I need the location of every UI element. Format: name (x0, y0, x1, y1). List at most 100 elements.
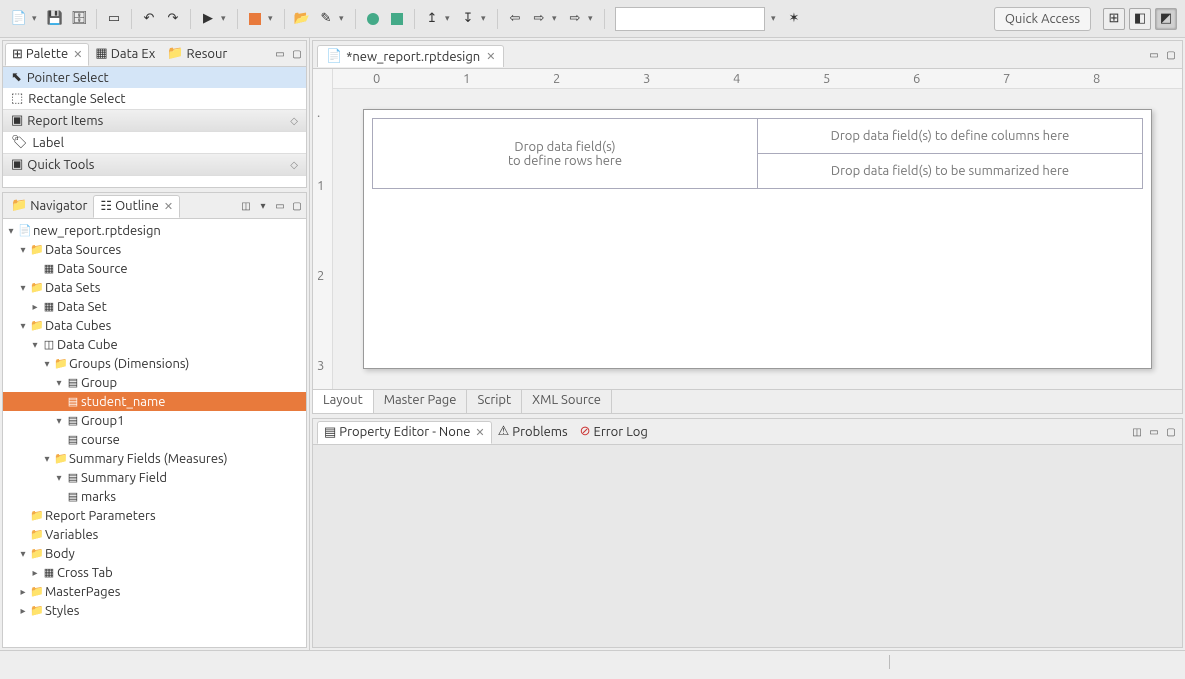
design-canvas[interactable]: Drop data field(s) to define rows here D… (333, 89, 1182, 389)
tree-root[interactable]: ▾📄new_report.rptdesign (3, 221, 306, 240)
open-icon[interactable]: 📂 (291, 8, 313, 30)
nav-dropdown[interactable]: ▾ (588, 13, 598, 24)
apply-icon[interactable]: ✶ (783, 8, 805, 30)
bottom-tab-script[interactable]: Script (467, 390, 522, 413)
tree-student-name[interactable]: ▤student_name (3, 392, 306, 411)
tree-data-source[interactable]: ▦Data Source (3, 259, 306, 278)
tab-error-log[interactable]: ⊘Error Log (574, 421, 654, 442)
tree-group[interactable]: ▾▤Group (3, 373, 306, 392)
save-icon[interactable]: 💾 (44, 8, 66, 30)
main-toolbar: 📄▾ 💾 🗄 ▭ ↶ ↷ ▶▾ ▾ 📂 ✎▾ ↥▾ ↧▾ ⇦ ⇨▾ ⇨▾ ▾ ✶… (0, 0, 1185, 38)
new-report-dropdown[interactable]: ▾ (268, 13, 278, 24)
report-perspective-icon[interactable]: ◧ (1129, 8, 1151, 30)
maximize-icon[interactable]: ▢ (290, 199, 304, 213)
close-icon[interactable]: ✕ (475, 426, 484, 439)
tree-groups-dimensions[interactable]: ▾Groups (Dimensions) (3, 354, 306, 373)
course-label: course (81, 433, 120, 447)
export-icon[interactable]: ↥ (421, 8, 443, 30)
new-icon[interactable]: 📄 (8, 8, 30, 30)
redo-icon[interactable]: ↷ (162, 8, 184, 30)
minimize-icon[interactable]: ▭ (273, 199, 287, 213)
current-perspective-icon[interactable]: ◩ (1155, 8, 1177, 30)
edit-icon[interactable]: ✎ (315, 8, 337, 30)
tab-property-editor[interactable]: ▤Property Editor - None✕ (317, 421, 492, 444)
tree-cross-tab[interactable]: ▸▦Cross Tab (3, 563, 306, 582)
edit-dropdown[interactable]: ▾ (339, 13, 349, 24)
bottom-tab-master-page[interactable]: Master Page (374, 390, 468, 413)
variables-label: Variables (45, 528, 98, 542)
preview-icon[interactable] (386, 8, 408, 30)
tab-problems[interactable]: ⚠Problems (492, 421, 574, 442)
tree-data-cubes[interactable]: ▾Data Cubes (3, 316, 306, 335)
combo-dropdown[interactable]: ▾ (771, 13, 781, 24)
palette-report-items-header[interactable]: ▣Report Items◇ (3, 109, 306, 132)
minimize-icon[interactable]: ▭ (1147, 48, 1161, 62)
save-all-icon[interactable]: 🗄 (68, 8, 90, 30)
palette-pointer-select[interactable]: ⬉Pointer Select (3, 67, 306, 88)
back-icon[interactable]: ⇦ (504, 8, 526, 30)
tree-styles[interactable]: ▸Styles (3, 601, 306, 620)
tree-data-cube[interactable]: ▾◫Data Cube (3, 335, 306, 354)
close-icon[interactable]: ✕ (164, 200, 173, 213)
palette-quick-tools-header[interactable]: ▣Quick Tools◇ (3, 153, 306, 176)
export-dropdown[interactable]: ▾ (445, 13, 455, 24)
tree-master-pages[interactable]: ▸MasterPages (3, 582, 306, 601)
maximize-icon[interactable]: ▢ (290, 47, 304, 61)
run-icon[interactable]: ▶ (197, 8, 219, 30)
status-bar (0, 650, 1185, 672)
undo-icon[interactable]: ↶ (138, 8, 160, 30)
bottom-tab-xml-source[interactable]: XML Source (522, 390, 612, 413)
report-page[interactable]: Drop data field(s) to define rows here D… (363, 109, 1152, 369)
summary-hint[interactable]: Drop data field(s) to be summarized here (758, 154, 1143, 189)
tab-palette[interactable]: ⊞Palette✕ (5, 43, 89, 66)
forward-icon[interactable]: ⇨ (528, 8, 550, 30)
tab-data-explorer[interactable]: ▦Data Ex (89, 43, 161, 64)
maximize-icon[interactable]: ▢ (1164, 48, 1178, 62)
view-menu-icon[interactable]: ▾ (256, 199, 270, 213)
tree-summary-field[interactable]: ▾▤Summary Field (3, 468, 306, 487)
tree-group1[interactable]: ▾▤Group1 (3, 411, 306, 430)
rows-hint-line1: Drop data field(s) (383, 140, 747, 154)
master-pages-label: MasterPages (45, 585, 120, 599)
open-perspective-icon[interactable]: ⊞ (1103, 8, 1125, 30)
crosstab[interactable]: Drop data field(s) to define rows here D… (372, 118, 1143, 189)
editor-bottom-tabs: Layout Master Page Script XML Source (313, 389, 1182, 413)
nav-icon[interactable]: ⇨ (564, 8, 586, 30)
maximize-icon[interactable]: ▢ (1164, 425, 1178, 439)
new-dropdown[interactable]: ▾ (32, 13, 42, 24)
data-sources-label: Data Sources (45, 243, 121, 257)
toolbar-combo[interactable] (615, 7, 765, 31)
palette-rectangle-select[interactable]: ⬚Rectangle Select (3, 88, 306, 109)
new-report-icon[interactable] (244, 8, 266, 30)
tree-data-set[interactable]: ▸▦Data Set (3, 297, 306, 316)
minimize-icon[interactable]: ▭ (273, 47, 287, 61)
run-dropdown[interactable]: ▾ (221, 13, 231, 24)
quick-access-button[interactable]: Quick Access (994, 7, 1091, 31)
tree-data-sources[interactable]: ▾Data Sources (3, 240, 306, 259)
tree-body[interactable]: ▾Body (3, 544, 306, 563)
import-icon[interactable]: ↧ (457, 8, 479, 30)
palette-label-item[interactable]: 🏷Label (3, 132, 306, 153)
tree-marks[interactable]: ▤marks (3, 487, 306, 506)
bottom-tab-layout[interactable]: Layout (313, 390, 374, 413)
close-icon[interactable]: ✕ (486, 50, 495, 63)
tab-navigator[interactable]: 📁Navigator (5, 195, 93, 216)
minimize-icon[interactable]: ▭ (1147, 425, 1161, 439)
tab-outline[interactable]: ☷Outline✕ (93, 195, 180, 218)
forward-dropdown[interactable]: ▾ (552, 13, 562, 24)
tab-resource[interactable]: 📁Resour (161, 43, 233, 64)
view-mode-icon[interactable]: ◫ (239, 199, 253, 213)
editor-tab[interactable]: 📄 *new_report.rptdesign ✕ (317, 45, 504, 67)
deploy-icon[interactable] (362, 8, 384, 30)
toggle-icon[interactable]: ◫ (1130, 425, 1144, 439)
tree-report-parameters[interactable]: Report Parameters (3, 506, 306, 525)
tree-root-label: new_report.rptdesign (33, 224, 161, 238)
tree-data-sets[interactable]: ▾Data Sets (3, 278, 306, 297)
import-dropdown[interactable]: ▾ (481, 13, 491, 24)
close-icon[interactable]: ✕ (73, 48, 82, 61)
cols-hint[interactable]: Drop data field(s) to define columns her… (758, 119, 1143, 154)
toggle-breadcrumb-icon[interactable]: ▭ (103, 8, 125, 30)
tree-variables[interactable]: Variables (3, 525, 306, 544)
tree-course[interactable]: ▤course (3, 430, 306, 449)
tree-summary-fields[interactable]: ▾Summary Fields (Measures) (3, 449, 306, 468)
